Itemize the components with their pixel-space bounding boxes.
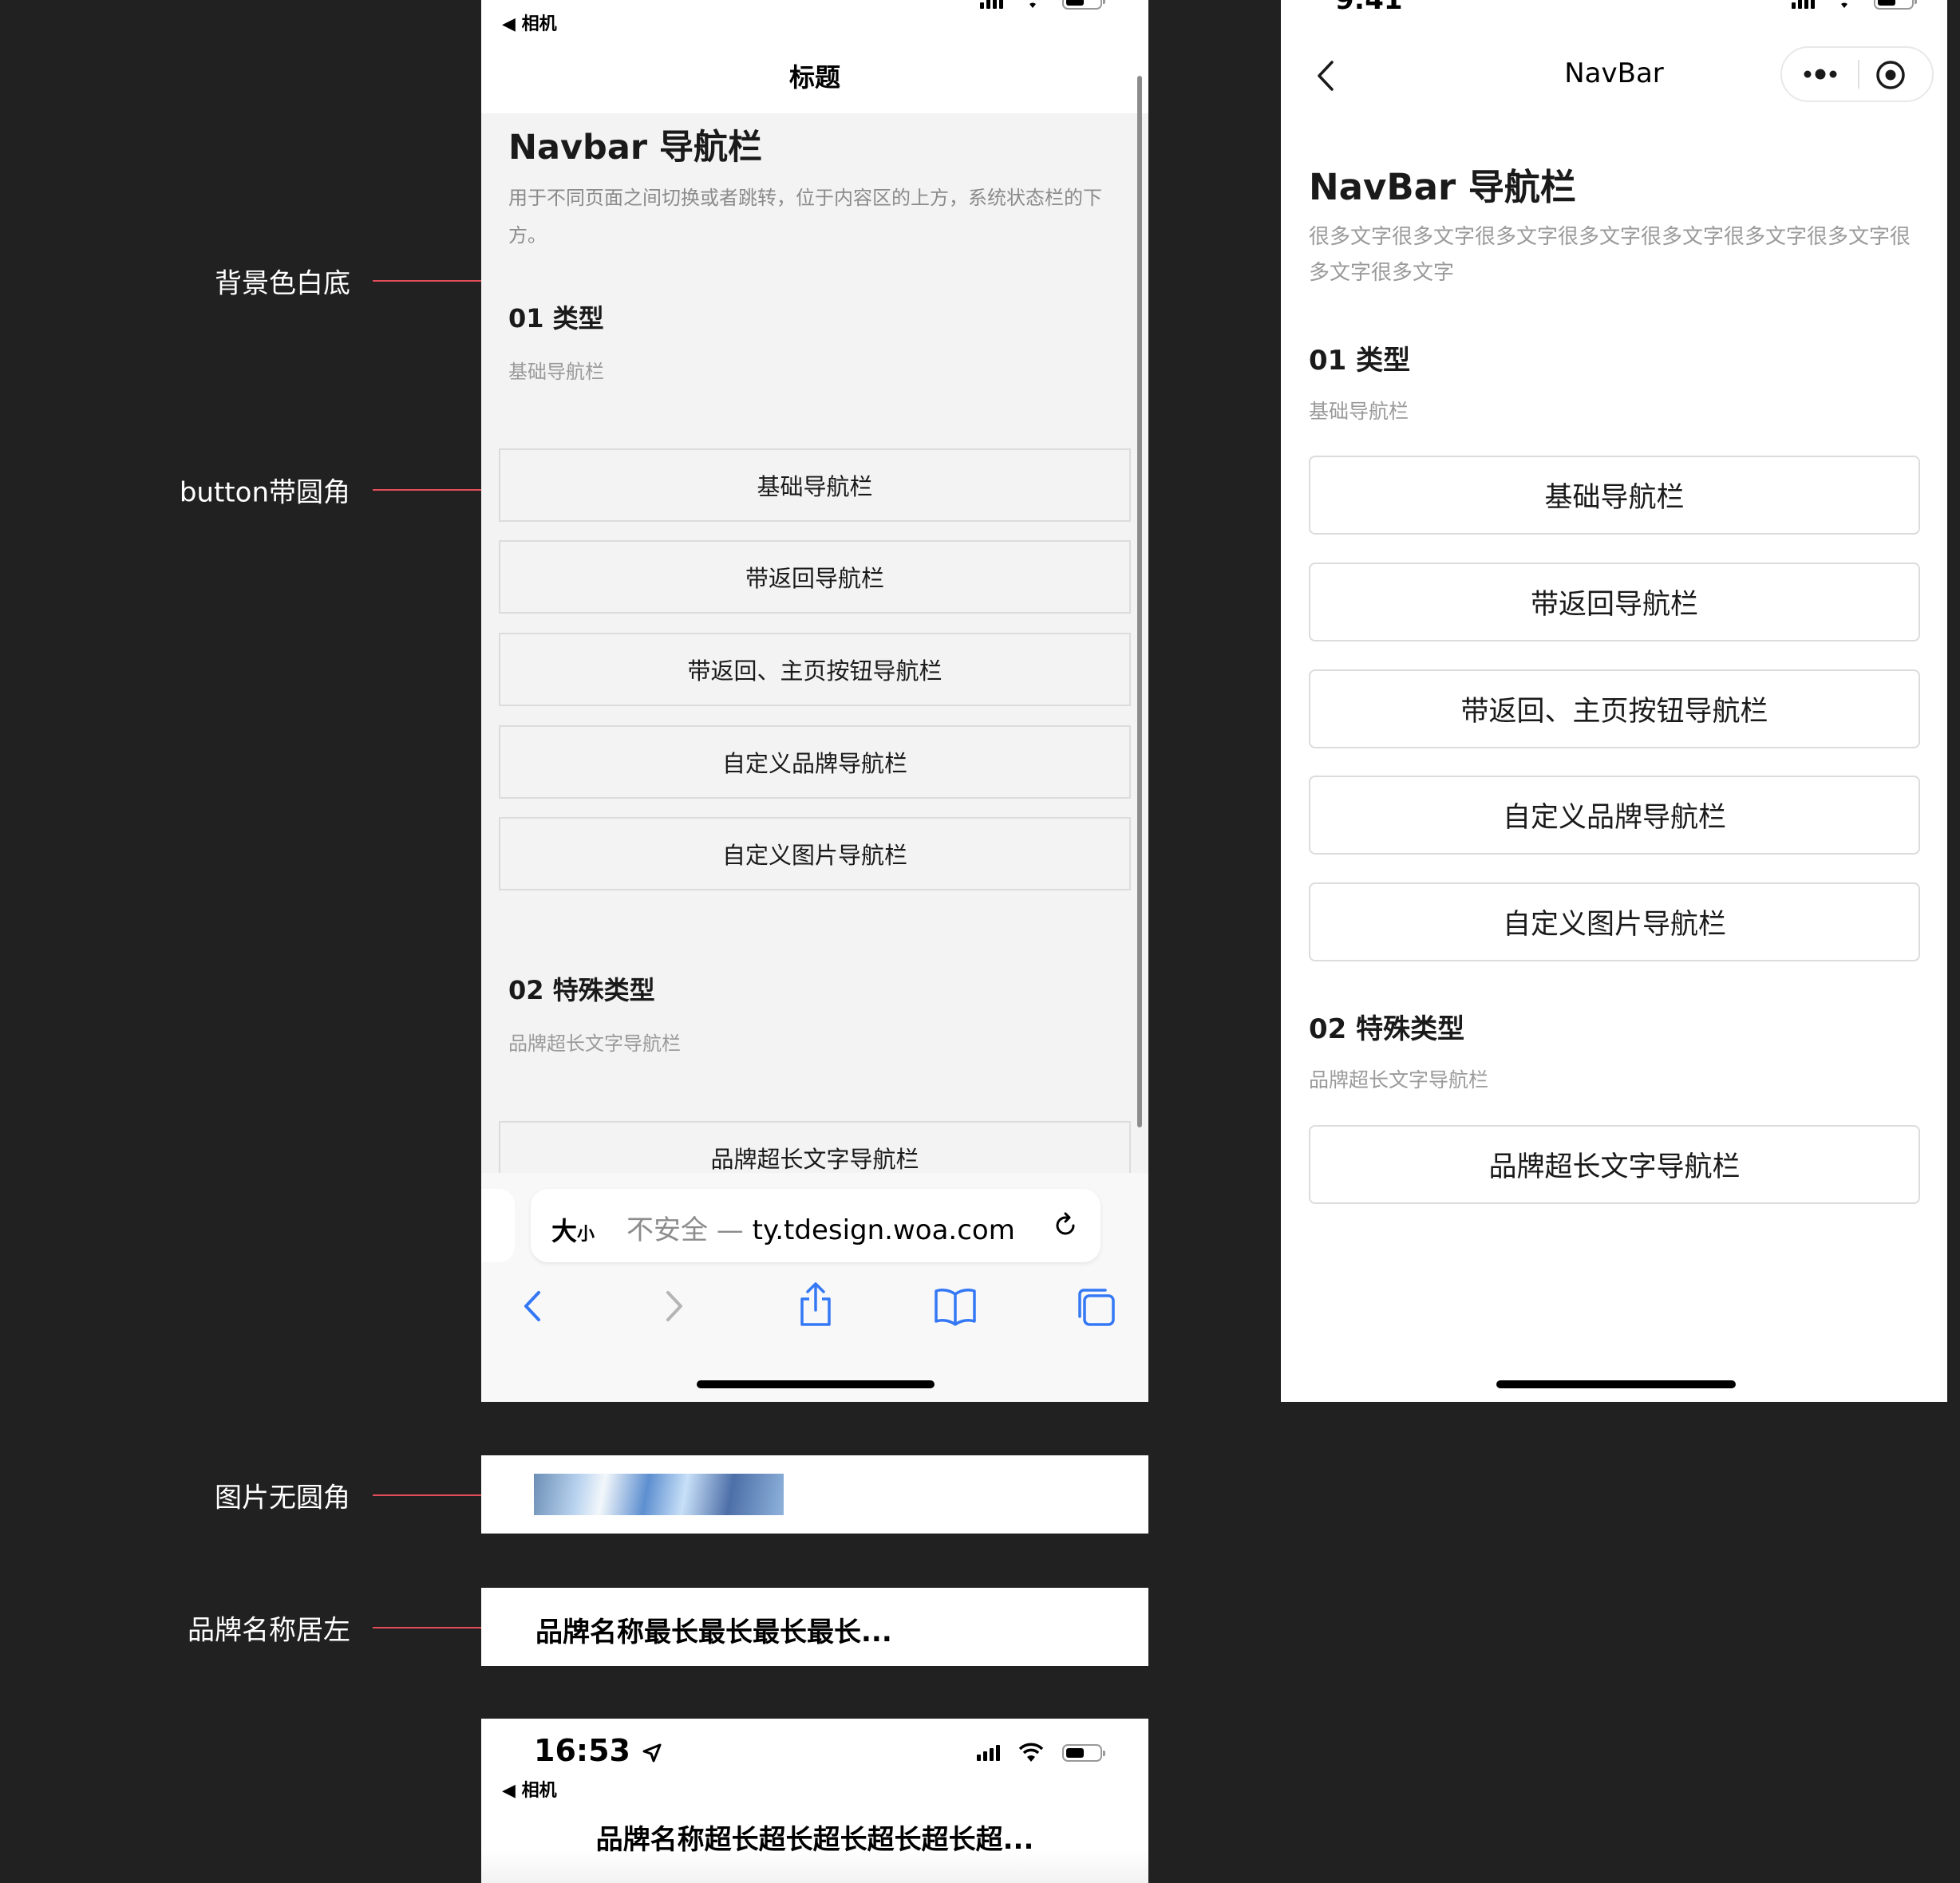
back-navbar-button[interactable]: 带返回导航栏 [1309, 563, 1920, 641]
battery-icon [1062, 0, 1105, 10]
brand-left-navbar-example: 品牌名称最长最长最长最长... [481, 1588, 1148, 1666]
wifi-icon [1841, 2, 1847, 8]
wifi-icon [1018, 1743, 1044, 1762]
back-home-navbar-button[interactable]: 带返回、主页按钮导航栏 [1309, 669, 1920, 748]
basic-navbar-button[interactable]: 基础导航栏 [1309, 456, 1920, 535]
right-phone-screen: 9:41 NavBar NavBar 导航栏 很多文字很多文字很多文字很多文字很… [1281, 0, 1947, 1402]
scrollbar[interactable] [1137, 76, 1142, 1127]
previous-tab[interactable] [481, 1189, 515, 1262]
left-phone-screen: ◀ 相机 标题 Navbar 导航栏 用于不同页面之间切换或者跳转，位于内容区的… [481, 0, 1148, 1402]
brand-name-left: 品牌名称最长最长最长最长... [535, 1617, 892, 1648]
more-icon[interactable] [1801, 66, 1839, 82]
section-subtitle: 品牌超长文字导航栏 [508, 1032, 681, 1055]
status-back-label[interactable]: ◀ 相机 [502, 1776, 557, 1802]
section-subtitle: 基础导航栏 [1309, 400, 1409, 423]
custom-brand-navbar-button[interactable]: 自定义品牌导航栏 [499, 725, 1131, 799]
bookmarks-icon[interactable] [933, 1286, 978, 1326]
url-security: 不安全 — [626, 1214, 753, 1246]
custom-image-navbar-button[interactable]: 自定义图片导航栏 [1309, 882, 1920, 961]
section-title: 01 类型 [508, 303, 604, 334]
capsule-home-icon[interactable] [1875, 59, 1907, 91]
annotation-label: 图片无圆角 [215, 1482, 350, 1514]
status-icons [980, 0, 1105, 10]
page-description: 用于不同页面之间切换或者跳转，位于内容区的上方，系统状态栏的下方。 [508, 187, 1102, 247]
back-navbar-button[interactable]: 带返回导航栏 [499, 540, 1131, 614]
safari-toolbar: 大小 不安全 — ty.tdesign.woa.com [481, 1173, 1148, 1402]
url-text[interactable]: 不安全 — ty.tdesign.woa.com [626, 1208, 1015, 1247]
signal-icon [980, 0, 1003, 9]
text-size-button[interactable]: 大小 [551, 1211, 595, 1248]
home-indicator [697, 1380, 935, 1388]
location-arrow-icon [642, 1743, 662, 1762]
status-icons [977, 1743, 1105, 1763]
annotation-label: 品牌名称居左 [188, 1614, 350, 1647]
forward-icon[interactable] [658, 1286, 690, 1326]
back-icon[interactable] [516, 1286, 548, 1326]
section-subtitle: 基础导航栏 [508, 361, 604, 383]
image-navbar-example [481, 1455, 1148, 1534]
home-indicator [1496, 1380, 1736, 1388]
battery-icon [1062, 1744, 1105, 1762]
signal-icon [977, 1745, 1000, 1761]
back-home-navbar-button[interactable]: 带返回、主页按钮导航栏 [499, 633, 1131, 706]
text-size-large: 大 [551, 1216, 578, 1246]
status-time: 9:41 [1335, 0, 1403, 16]
section-title: 01 类型 [1309, 345, 1411, 377]
reload-icon[interactable] [1049, 1210, 1081, 1242]
navbar: ◀ 相机 标题 [481, 0, 1148, 113]
wifi-icon [1025, 0, 1041, 8]
navbar-title: 标题 [788, 62, 840, 93]
annotation-label: 背景色白底 [215, 267, 350, 300]
annotation-label: button带圆角 [179, 476, 350, 509]
long-brand-title: 品牌名称超长超长超长超长超长超... [595, 1824, 1034, 1856]
capsule-divider [1858, 60, 1859, 89]
page-title: Navbar 导航栏 [508, 128, 763, 168]
page-description: 很多文字很多文字很多文字很多文字很多文字很多文字很多文字很多文字很多文字 [1309, 225, 1911, 285]
section-subtitle: 品牌超长文字导航栏 [1309, 1068, 1489, 1092]
capsule-menu [1780, 46, 1934, 102]
section-title: 02 特殊类型 [1309, 1013, 1465, 1045]
signal-icon [1792, 0, 1815, 9]
status-icons [1792, 0, 1917, 10]
text-size-small: 小 [577, 1225, 595, 1245]
brand-image [534, 1474, 784, 1515]
page-title: NavBar 导航栏 [1309, 166, 1576, 208]
basic-navbar-button[interactable]: 基础导航栏 [499, 448, 1131, 522]
long-brand-navbar-button[interactable]: 品牌超长文字导航栏 [1309, 1125, 1920, 1204]
custom-brand-navbar-button[interactable]: 自定义品牌导航栏 [1309, 776, 1920, 855]
status-time: 16:53 [534, 1733, 663, 1768]
address-bar[interactable]: 大小 不安全 — ty.tdesign.woa.com [531, 1189, 1101, 1262]
status-time-text: 16:53 [534, 1733, 630, 1768]
battery-icon [1874, 0, 1917, 10]
status-back-label[interactable]: ◀ 相机 [502, 10, 557, 35]
share-icon[interactable] [797, 1281, 834, 1328]
long-brand-navbar-example: 16:53 ◀ 相机 品牌名称超长超长超长超长超长超... [481, 1719, 1148, 1883]
custom-image-navbar-button[interactable]: 自定义图片导航栏 [499, 817, 1131, 890]
section-title: 02 特殊类型 [508, 975, 655, 1005]
url-domain: ty.tdesign.woa.com [752, 1214, 1015, 1246]
tabs-icon[interactable] [1075, 1286, 1116, 1328]
